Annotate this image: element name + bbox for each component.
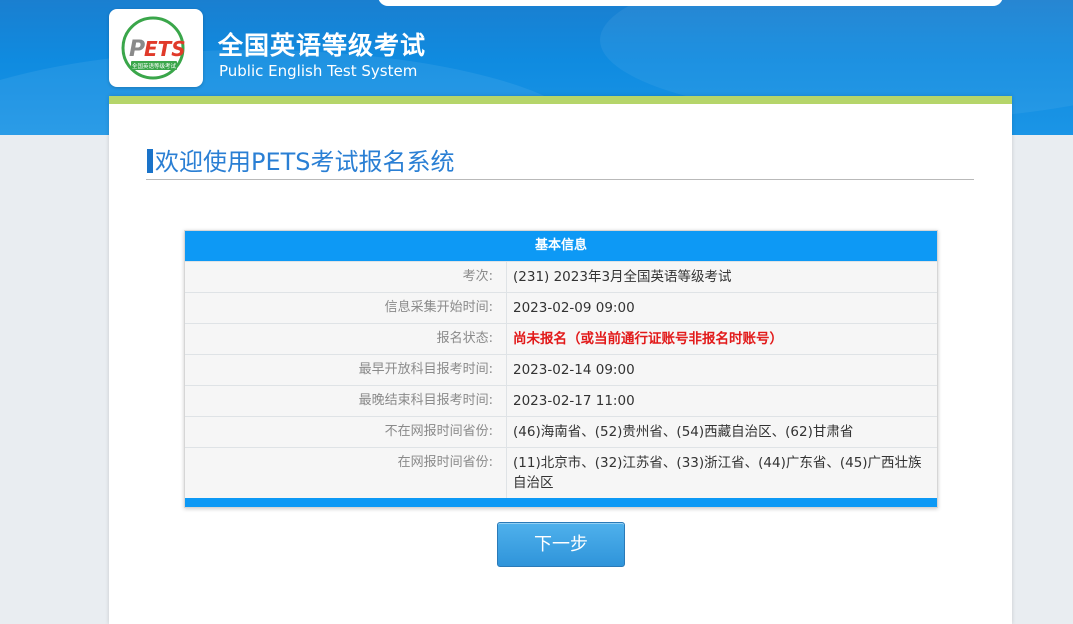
row-label-provinces-closed: 不在网报时间省份: <box>185 417 507 447</box>
basic-info-table: 基本信息 考次: (231) 2023年3月全国英语等级考试 信息采集开始时间:… <box>184 230 938 508</box>
row-label-exam-session: 考次: <box>185 262 507 292</box>
page-title-text: 欢迎使用PETS考试报名系统 <box>155 148 455 176</box>
main-card: 欢迎使用PETS考试报名系统 基本信息 考次: (231) 2023年3月全国英… <box>109 96 1012 624</box>
table-row: 信息采集开始时间: 2023-02-09 09:00 <box>185 292 937 323</box>
table-heading: 基本信息 <box>185 231 937 261</box>
pets-logo-icon: P ETS 全国英语等级考试 <box>121 16 186 80</box>
table-row: 不在网报时间省份: (46)海南省、(52)贵州省、(54)西藏自治区、(62)… <box>185 416 937 447</box>
row-label-collection-start: 信息采集开始时间: <box>185 293 507 323</box>
table-row: 最晚结束科目报考时间: 2023-02-17 11:00 <box>185 385 937 416</box>
row-value-earliest-open: 2023-02-14 09:00 <box>513 362 635 378</box>
row-value-registration-status: 尚未报名（或当前通行证账号非报名时账号） <box>513 331 783 347</box>
row-value-latest-close: 2023-02-17 11:00 <box>513 393 635 409</box>
site-title: 全国英语等级考试 <box>218 31 427 60</box>
table-row: 在网报时间省份: (11)北京市、(32)江苏省、(33)浙江省、(44)广东省… <box>185 447 937 498</box>
table-row: 最早开放科目报考时间: 2023-02-14 09:00 <box>185 354 937 385</box>
logo-letters: ETS <box>144 37 186 61</box>
logo-letter-p: P <box>129 37 145 62</box>
title-bar-marker <box>147 149 153 173</box>
row-label-registration-status: 报名状态: <box>185 324 507 354</box>
row-value-collection-start: 2023-02-09 09:00 <box>513 300 635 316</box>
page-title: 欢迎使用PETS考试报名系统 <box>147 142 455 177</box>
table-row: 考次: (231) 2023年3月全国英语等级考试 <box>185 261 937 292</box>
table-footer-bar <box>185 498 937 507</box>
title-divider <box>146 179 974 180</box>
row-value-provinces-closed: (46)海南省、(52)贵州省、(54)西藏自治区、(62)甘肃省 <box>513 424 854 440</box>
logo-caption: 全国英语等级考试 <box>132 62 177 70</box>
pets-logo[interactable]: P ETS 全国英语等级考试 <box>109 9 203 87</box>
row-value-exam-session: (231) 2023年3月全国英语等级考试 <box>513 269 732 285</box>
next-step-button[interactable]: 下一步 <box>497 522 625 567</box>
top-bar <box>378 0 1003 6</box>
site-subtitle: Public English Test System <box>219 62 418 80</box>
row-label-earliest-open: 最早开放科目报考时间: <box>185 355 507 385</box>
row-label-latest-close: 最晚结束科目报考时间: <box>185 386 507 416</box>
table-row: 报名状态: 尚未报名（或当前通行证账号非报名时账号） <box>185 323 937 354</box>
row-value-provinces-open: (11)北京市、(32)江苏省、(33)浙江省、(44)广东省、(45)广西壮族… <box>513 455 922 491</box>
row-label-provinces-open: 在网报时间省份: <box>185 448 507 498</box>
